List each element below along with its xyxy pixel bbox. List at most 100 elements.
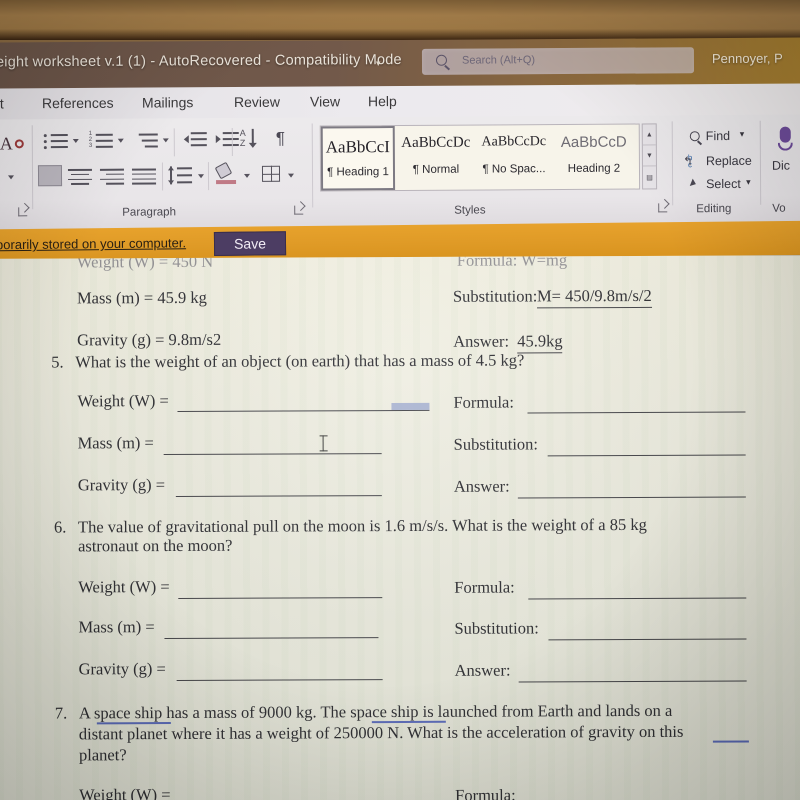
window-title-bar: eight worksheet v.1 (1) - AutoRecovered …	[0, 37, 800, 91]
numbering-caret-icon[interactable]	[117, 138, 124, 143]
q5-weight-blank[interactable]	[177, 409, 430, 413]
gallery-more-button[interactable]: ▤	[643, 166, 656, 187]
q6-weight-blank[interactable]	[178, 597, 383, 600]
dictate-button[interactable]: Dic	[772, 159, 790, 173]
gallery-scroll-up[interactable]: ▲	[642, 124, 656, 146]
align-left-icon[interactable]	[37, 165, 63, 187]
style-label: ¶ No Spac...	[482, 163, 546, 176]
tab-view[interactable]: View	[310, 93, 340, 109]
q5-substitution-blank[interactable]	[547, 454, 746, 457]
q5-formula-blank[interactable]	[527, 411, 746, 414]
group-label-paragraph: Paragraph	[122, 206, 176, 219]
style-heading-1[interactable]: AaBbCcI ¶ Heading 1	[320, 126, 396, 191]
q5-weight-label: Weight (W) =	[77, 391, 169, 411]
paragraph-mini-divider	[173, 128, 175, 157]
paragraph-dialog-launcher[interactable]	[294, 205, 304, 215]
q6-formula-blank[interactable]	[528, 597, 747, 600]
style-preview: AaBbCcD	[560, 133, 627, 152]
tab-references[interactable]: References	[42, 95, 114, 111]
q5-mass-blank[interactable]	[163, 453, 382, 456]
replace-button[interactable]: Replace	[706, 154, 752, 168]
question-7-text-line-2: distant planet where it has a weight of …	[78, 721, 684, 744]
q5-mass-label: Mass (m) =	[77, 433, 154, 453]
styles-dialog-launcher[interactable]	[658, 203, 668, 213]
find-caret-icon[interactable]: ▾	[740, 129, 745, 140]
line-spacing-caret-icon[interactable]	[198, 174, 205, 179]
photographed-screen-scene: eight worksheet v.1 (1) - AutoRecovered …	[0, 0, 800, 800]
question-7-text-line-1: A space ship has a mass of 9000 kg. The …	[78, 700, 673, 723]
tab-mailings[interactable]: Mailings	[142, 94, 193, 110]
q6-substitution-blank[interactable]	[548, 638, 747, 641]
multilevel-caret-icon[interactable]	[162, 138, 169, 143]
search-icon	[435, 54, 448, 66]
title-caret-icon[interactable]: ▾	[376, 58, 381, 69]
paragraph-mini-divider-2	[231, 128, 233, 157]
group-label-styles: Styles	[454, 204, 486, 217]
group-label-editing: Editing	[696, 202, 732, 216]
q6-line1-a: The value of gravitational pull on the m…	[77, 514, 647, 537]
microphone-icon[interactable]	[779, 126, 791, 143]
gallery-scroll-down[interactable]: ▼	[642, 145, 656, 167]
style-label: ¶ Heading 1	[327, 166, 389, 179]
style-preview: AaBbCcI	[325, 137, 391, 157]
text-cursor-icon	[322, 435, 325, 452]
spellcheck-underline	[712, 740, 749, 743]
q5-answer-blank[interactable]	[517, 496, 746, 499]
q4-substitution-label: Substitution:	[452, 286, 538, 306]
align-center-icon[interactable]	[67, 168, 93, 188]
style-normal[interactable]: AaBbCcDc ¶ Normal	[399, 126, 473, 190]
justify-icon[interactable]	[131, 168, 157, 187]
q6-mass-label: Mass (m) =	[78, 617, 155, 637]
document-title: eight worksheet v.1 (1) - AutoRecovered …	[0, 51, 402, 71]
style-label: ¶ Normal	[412, 163, 460, 176]
q6-gravity-blank[interactable]	[176, 679, 383, 682]
clipped-row-right: Formula: W=mg	[456, 255, 568, 270]
group-label-voice: Vo	[772, 202, 786, 215]
q5-formula-label: Formula:	[453, 392, 514, 412]
question-5-number: 5.	[51, 352, 64, 372]
tab-layout[interactable]: ut	[0, 95, 4, 111]
save-button[interactable]: Save	[213, 231, 287, 256]
q6-answer-blank[interactable]	[518, 680, 747, 683]
search-icon	[689, 131, 700, 142]
q4-substitution-value: M= 450/9.8m/s/2	[536, 285, 652, 309]
bullets-caret-icon[interactable]	[72, 138, 79, 143]
question-5-text: What is the weight of an object (on eart…	[75, 350, 525, 372]
clipped-row-left: Weight (W) = 450 N	[76, 255, 214, 272]
select-caret-icon[interactable]: ▾	[746, 177, 751, 188]
style-heading-2[interactable]: AaBbCcD Heading 2	[557, 125, 631, 189]
question-7-text-line-3: planet?	[78, 745, 127, 765]
q6-gravity-label: Gravity (g) =	[78, 659, 166, 679]
user-account-name[interactable]: Pennoyer, P	[712, 51, 783, 66]
style-no-spacing[interactable]: AaBbCcDc ¶ No Spac...	[477, 125, 551, 189]
select-button[interactable]: Select	[706, 177, 741, 191]
q4-gravity-line: Gravity (g) = 9.8m/s2	[77, 329, 222, 350]
style-preview: AaBbCcDc	[401, 134, 471, 151]
q5-answer-label: Answer:	[453, 476, 510, 496]
tab-review[interactable]: Review	[234, 94, 280, 110]
q5-gravity-blank[interactable]	[175, 495, 382, 498]
font-dialog-launcher[interactable]	[18, 207, 28, 217]
find-button[interactable]: Find	[706, 129, 730, 143]
styles-gallery-scrollbar[interactable]: ▲ ▼ ▤	[641, 123, 658, 190]
group-divider-4	[759, 120, 762, 205]
desk-surface	[0, 0, 800, 40]
align-right-icon[interactable]	[99, 168, 125, 188]
search-placeholder: Search (Alt+Q)	[461, 54, 536, 67]
show-formatting-marks-icon[interactable]: ¶	[276, 129, 285, 149]
tab-help[interactable]: Help	[368, 93, 397, 109]
ribbon-body: A 1 2 3 A Z ¶ Paragraph AaBbCcI ¶ Headin…	[0, 114, 800, 232]
q4-answer-label: Answer:	[453, 331, 510, 351]
clear-formatting-icon[interactable]: A	[0, 133, 24, 154]
group-divider-2	[311, 123, 314, 208]
document-page[interactable]: Weight (W) = 450 N Formula: W=mg Mass (m…	[0, 255, 800, 800]
shading-caret-icon[interactable]	[244, 173, 251, 178]
q6-weight-label: Weight (W) =	[78, 577, 170, 597]
style-label: Heading 2	[567, 162, 621, 175]
search-input[interactable]: Search (Alt+Q)	[421, 47, 695, 75]
font-color-caret-icon[interactable]	[8, 175, 15, 180]
borders-caret-icon[interactable]	[288, 173, 295, 178]
question-6-text-line-1: The value of gravitational pull on the m…	[78, 515, 647, 537]
select-arrow-icon	[689, 178, 698, 188]
q6-mass-blank[interactable]	[164, 637, 379, 640]
